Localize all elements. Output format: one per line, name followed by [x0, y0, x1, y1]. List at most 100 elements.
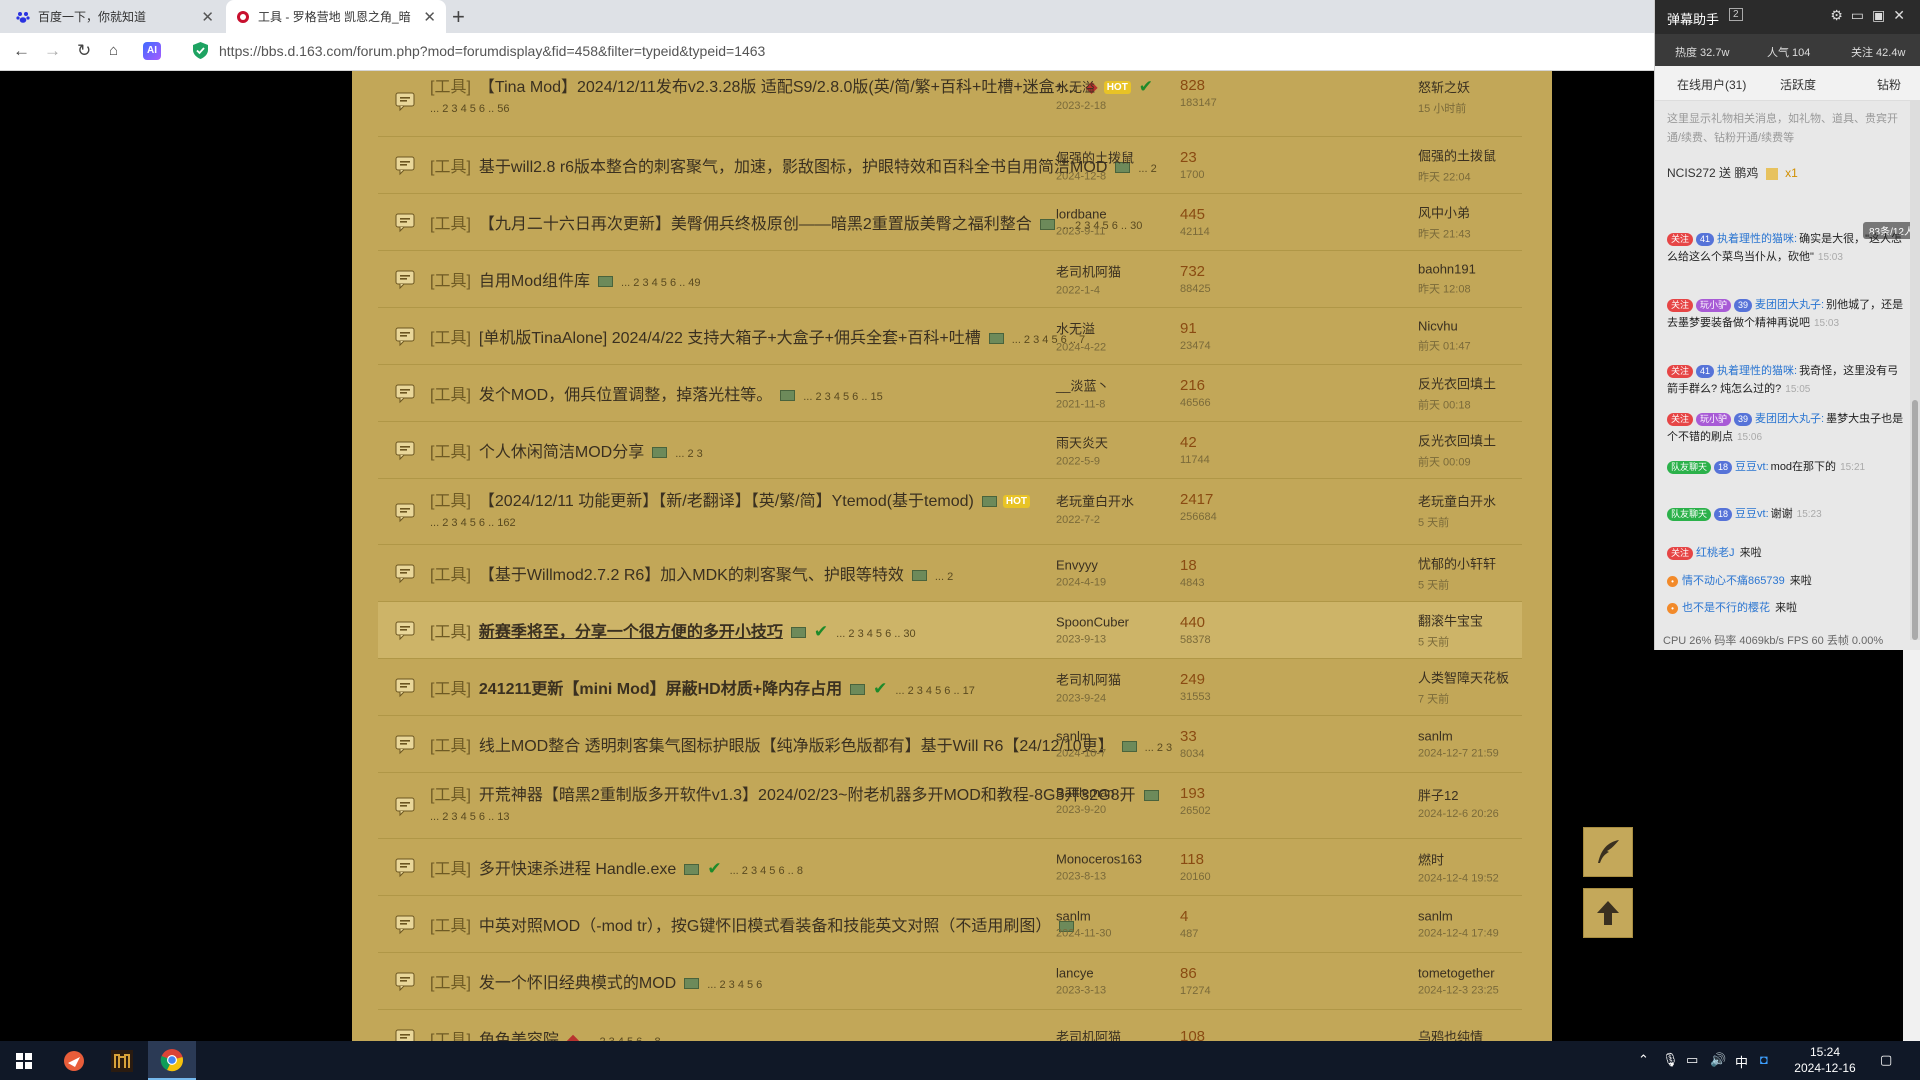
reply-count[interactable]: 193: [1180, 785, 1250, 802]
last-post-user[interactable]: 忧郁的小轩轩: [1418, 554, 1538, 573]
author-name[interactable]: 老司机阿猫: [1056, 1027, 1186, 1042]
thread-pages[interactable]: ... 2 3 4 5 6 .. 56: [430, 103, 510, 115]
author-name[interactable]: Battleman: [1056, 785, 1186, 800]
reload-icon[interactable]: ↻: [77, 41, 91, 61]
thread-row[interactable]: [工具] 241211更新【mini Mod】屏蔽HD材质+降内存占用 ✔ ... 2…: [378, 659, 1522, 716]
thread-title[interactable]: 基于will2.8 r6版本整合的刺客聚气，加速，影敌图标，护眼特效和百科全书自…: [479, 159, 1107, 176]
thread-row[interactable]: [工具] 发一个怀旧经典模式的MOD ... 2 3 4 5 6 lancye 2023…: [378, 953, 1522, 1010]
minimize-icon[interactable]: ▭: [1851, 7, 1872, 23]
thread-pages[interactable]: ... 2 3 4 5 6: [707, 979, 762, 991]
thread-row[interactable]: [工具] 中英对照MOD（-mod tr），按G键怀旧模式看装备和技能英文对照（不…: [378, 896, 1522, 953]
thread-category[interactable]: [工具]: [430, 444, 471, 461]
last-post-time[interactable]: 昨天 22:04: [1418, 169, 1538, 185]
reply-count[interactable]: 445: [1180, 206, 1250, 223]
reply-count[interactable]: 33: [1180, 728, 1250, 745]
thread-category[interactable]: [工具]: [430, 493, 471, 510]
last-post-time[interactable]: 5 天前: [1418, 634, 1538, 650]
thread-pages[interactable]: ... 2: [935, 571, 953, 583]
back-to-top-button[interactable]: [1583, 888, 1633, 938]
author-name[interactable]: lancye: [1056, 966, 1186, 981]
thread-pages[interactable]: ... 2 3 4 5 6 .. 8: [730, 865, 803, 877]
reply-count[interactable]: 108: [1180, 1028, 1250, 1041]
author-name[interactable]: lordbane: [1056, 207, 1186, 222]
last-post-user[interactable]: 怒斩之妖: [1418, 77, 1538, 96]
thread-title[interactable]: [单机版TinaAlone] 2024/4/22 支持大箱子+大盒子+佣兵全套+…: [479, 330, 981, 347]
thread-title[interactable]: 新赛季将至，分享一个很方便的多开小技巧: [479, 624, 783, 641]
thread-title[interactable]: 【Tina Mod】2024/12/11发布v2.3.28版 适配S9/2.8.…: [479, 79, 1077, 96]
last-post-user[interactable]: 反光衣回填土: [1418, 431, 1538, 450]
danmaku-user[interactable]: 执着理性的猫咪:: [1717, 233, 1797, 245]
close-icon[interactable]: ✕: [201, 8, 214, 26]
reply-count[interactable]: 18: [1180, 557, 1250, 574]
close-icon[interactable]: ✕: [423, 8, 436, 26]
ai-assistant-icon[interactable]: AI: [143, 42, 161, 60]
thread-category[interactable]: [工具]: [430, 273, 471, 290]
home-icon[interactable]: ⌂: [109, 42, 118, 59]
last-post-time[interactable]: 5 天前: [1418, 577, 1538, 593]
last-post-user[interactable]: sanlm: [1418, 729, 1538, 744]
windows-start-button[interactable]: [0, 1041, 48, 1080]
last-post-time[interactable]: 前天 00:18: [1418, 397, 1538, 413]
window-controls[interactable]: ⚙▭▣✕: [1830, 7, 1913, 24]
thread-pages[interactable]: ... 2 3: [675, 448, 703, 460]
thread-row[interactable]: [工具] 多开快速杀进程 Handle.exe ✔ ... 2 3 4 5 6 .. …: [378, 839, 1522, 896]
author-name[interactable]: __淡蓝丶: [1056, 376, 1186, 395]
danmaku-user[interactable]: 执着理性的猫咪:: [1717, 365, 1797, 377]
thread-row[interactable]: [工具]角色美容院◆... 2 3 4 5 6 .. 8老司机阿猫108乌鸦也纯…: [378, 1010, 1522, 1041]
last-post-user[interactable]: 胖子12: [1418, 785, 1538, 804]
thread-pages[interactable]: ... 2 3 4 5 6 .. 30: [836, 628, 916, 640]
reply-count[interactable]: 86: [1180, 965, 1250, 982]
thread-row[interactable]: [工具] 自用Mod组件库 ... 2 3 4 5 6 .. 49 老司机阿猫 2022…: [378, 251, 1522, 308]
author-name[interactable]: 雨天炎天: [1056, 433, 1186, 452]
scroll-thumb[interactable]: [1912, 400, 1918, 640]
url-field[interactable]: https://bbs.d.163.com/forum.php?mod=foru…: [219, 43, 765, 59]
danmaku-user[interactable]: 豆豆vt:: [1735, 461, 1769, 473]
danmaku-scrollbar[interactable]: [1910, 100, 1920, 640]
reply-count[interactable]: 2417: [1180, 491, 1250, 508]
last-post-user[interactable]: 乌鸦也纯情: [1418, 1027, 1538, 1042]
thread-row[interactable]: [工具] 线上MOD整合 透明刺客集气图标护眼版【纯净版彩色版都有】基于Will …: [378, 716, 1522, 773]
last-post-time[interactable]: 2024-12-4 19:52: [1418, 873, 1538, 885]
author-name[interactable]: 老玩童白开水: [1056, 491, 1186, 510]
thread-title[interactable]: 个人休闲简洁MOD分享: [479, 444, 644, 461]
thread-row[interactable]: [工具] 【基于Willmod2.7.2 R6】加入MDK的刺客聚气、护眼等特效.…: [378, 545, 1522, 602]
reply-count[interactable]: 91: [1180, 320, 1250, 337]
last-post-user[interactable]: 人类智障天花板: [1418, 668, 1538, 687]
tab-online-users[interactable]: 在线用户(31): [1677, 76, 1746, 93]
reply-count[interactable]: 828: [1180, 77, 1250, 94]
thread-title[interactable]: 开荒神器【暗黑2重制版多开软件v1.3】2024/02/23~附老机器多开MOD…: [479, 787, 1136, 804]
author-name[interactable]: 水无溢: [1056, 319, 1186, 338]
thread-category[interactable]: [工具]: [430, 861, 471, 878]
last-post-time[interactable]: 昨天 12:08: [1418, 281, 1538, 297]
last-post-user[interactable]: Nicvhu: [1418, 319, 1538, 334]
qq-icon[interactable]: ◘: [1760, 1052, 1768, 1067]
settings-icon[interactable]: ⚙: [1830, 7, 1851, 23]
thread-title[interactable]: 发个MOD，佣兵位置调整，掉落光柱等。: [479, 387, 772, 404]
thread-category[interactable]: [工具]: [430, 975, 471, 992]
thread-title[interactable]: 【基于Willmod2.7.2 R6】加入MDK的刺客聚气、护眼等特效: [479, 567, 904, 584]
ime-indicator[interactable]: 中: [1735, 1052, 1748, 1071]
thread-category[interactable]: [工具]: [430, 216, 471, 233]
notification-icon[interactable]: ▢: [1880, 1052, 1892, 1068]
last-post-time[interactable]: 15 小时前: [1418, 100, 1538, 116]
thread-row[interactable]: [工具] 基于will2.8 r6版本整合的刺客聚气，加速，影敌图标，护眼特效和百…: [378, 137, 1522, 194]
thread-row[interactable]: [工具] 开荒神器【暗黑2重制版多开软件v1.3】2024/02/23~附老机器多…: [378, 773, 1522, 839]
thread-title[interactable]: 角色美容院: [479, 1032, 559, 1041]
danmaku-user[interactable]: 麦团团大丸子:: [1755, 413, 1824, 425]
last-post-user[interactable]: 老玩童白开水: [1418, 491, 1538, 510]
page-scrollbar[interactable]: [1903, 650, 1920, 1041]
last-post-user[interactable]: baohn191: [1418, 262, 1538, 277]
last-post-time[interactable]: 5 天前: [1418, 514, 1538, 530]
reply-count[interactable]: 42: [1180, 434, 1250, 451]
thread-row[interactable]: [工具] 【九月二十六日再次更新】美臀佣兵终极原创——暗黑2重置版美臀之福利整合.…: [378, 194, 1522, 251]
thread-row[interactable]: [工具] 【Tina Mod】2024/12/11发布v2.3.28版 适配S9/…: [378, 71, 1522, 137]
chevron-up-icon[interactable]: ⌃: [1638, 1052, 1649, 1068]
thread-pages[interactable]: ... 2 3 4 5 6 .. 17: [895, 685, 975, 697]
thread-category[interactable]: [工具]: [430, 681, 471, 698]
author-name[interactable]: sanlm: [1056, 909, 1186, 924]
thread-pages[interactable]: ... 2 3 4 5 6 .. 13: [430, 811, 510, 823]
forward-arrow-icon[interactable]: →: [44, 41, 61, 61]
thread-category[interactable]: [工具]: [430, 918, 471, 935]
last-post-user[interactable]: sanlm: [1418, 909, 1538, 924]
last-post-user[interactable]: 反光衣回填土: [1418, 374, 1538, 393]
